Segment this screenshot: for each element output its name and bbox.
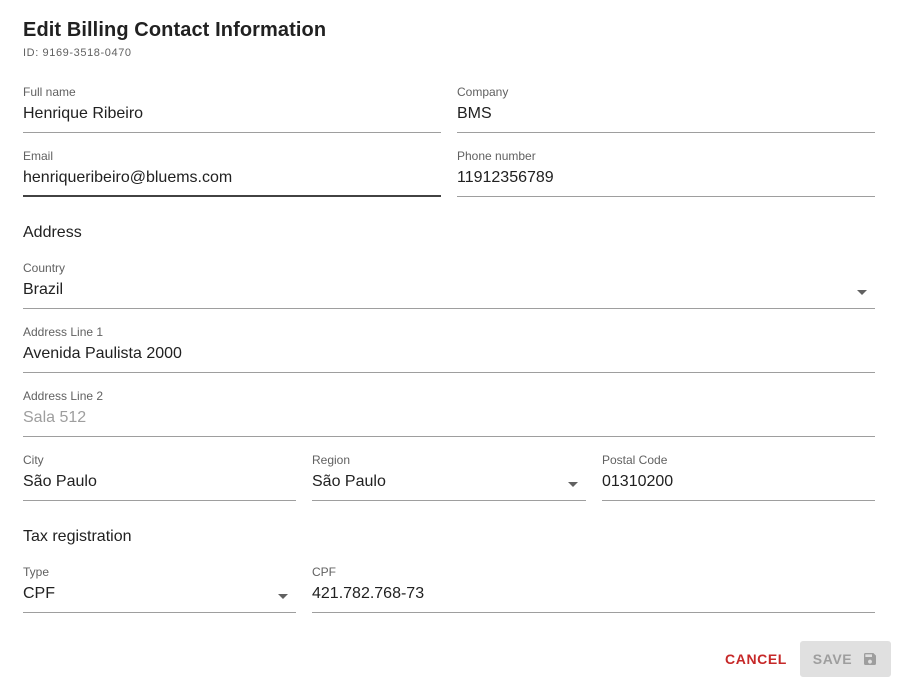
save-button-label: SAVE [812, 651, 853, 667]
country-select[interactable]: Country Brazil [23, 261, 875, 309]
full-name-field[interactable]: Full name Henrique Ribeiro [23, 85, 441, 133]
full-name-underline [23, 132, 441, 133]
company-input[interactable]: BMS [457, 105, 492, 123]
phone-input[interactable]: 11912356789 [457, 169, 554, 187]
email-field[interactable]: Email henriqueribeiro@bluems.com [23, 149, 441, 197]
region-value[interactable]: São Paulo [312, 473, 386, 491]
save-button[interactable]: SAVE [800, 641, 891, 677]
cpf-field[interactable]: CPF 421.782.768-73 [312, 565, 875, 613]
region-underline [312, 500, 586, 501]
address-line1-input[interactable]: Avenida Paulista 2000 [23, 345, 182, 363]
address-line1-underline [23, 372, 875, 373]
tax-type-value[interactable]: CPF [23, 585, 55, 603]
cpf-underline [312, 612, 875, 613]
phone-underline [457, 196, 875, 197]
company-label: Company [457, 85, 509, 99]
cpf-label: CPF [312, 565, 336, 579]
tax-type-dropdown-arrow-icon[interactable] [278, 594, 288, 599]
postal-code-input[interactable]: 01310200 [602, 473, 673, 491]
company-underline [457, 132, 875, 133]
email-input[interactable]: henriqueribeiro@bluems.com [23, 169, 232, 187]
address-line2-label: Address Line 2 [23, 389, 104, 403]
city-underline [23, 500, 296, 501]
country-value[interactable]: Brazil [23, 281, 63, 299]
email-label: Email [23, 149, 54, 163]
tax-type-select[interactable]: Type CPF [23, 565, 296, 613]
postal-code-underline [602, 500, 875, 501]
region-label: Region [312, 453, 351, 467]
phone-field[interactable]: Phone number 11912356789 [457, 149, 875, 197]
region-select[interactable]: Region São Paulo [312, 453, 586, 501]
company-field[interactable]: Company BMS [457, 85, 875, 133]
billing-contact-dialog: Edit Billing Contact Information ID: 916… [0, 0, 899, 685]
postal-code-label: Postal Code [602, 453, 668, 467]
postal-code-field[interactable]: Postal Code 01310200 [602, 453, 875, 501]
tax-type-label: Type [23, 565, 50, 579]
phone-label: Phone number [457, 149, 536, 163]
dialog-id: ID: 9169-3518-0470 [23, 47, 132, 59]
floppy-disk-icon [862, 651, 878, 667]
full-name-input[interactable]: Henrique Ribeiro [23, 105, 143, 123]
address-line2-input[interactable]: Sala 512 [23, 409, 86, 427]
address-line1-label: Address Line 1 [23, 325, 104, 339]
email-underline [23, 195, 441, 197]
dialog-title: Edit Billing Contact Information [23, 19, 327, 41]
country-dropdown-arrow-icon[interactable] [857, 290, 867, 295]
city-input[interactable]: São Paulo [23, 473, 97, 491]
address-line2-field[interactable]: Address Line 2 Sala 512 [23, 389, 875, 437]
tax-registration-heading: Tax registration [23, 528, 132, 545]
city-field[interactable]: City São Paulo [23, 453, 296, 501]
address-line2-underline [23, 436, 875, 437]
country-underline [23, 308, 875, 309]
full-name-label: Full name [23, 85, 76, 99]
country-label: Country [23, 261, 66, 275]
city-label: City [23, 453, 44, 467]
region-dropdown-arrow-icon[interactable] [568, 482, 578, 487]
cancel-button[interactable]: CANCEL [716, 641, 796, 677]
address-line1-field[interactable]: Address Line 1 Avenida Paulista 2000 [23, 325, 875, 373]
address-heading: Address [23, 224, 82, 241]
cpf-input[interactable]: 421.782.768-73 [312, 585, 424, 603]
tax-type-underline [23, 612, 296, 613]
